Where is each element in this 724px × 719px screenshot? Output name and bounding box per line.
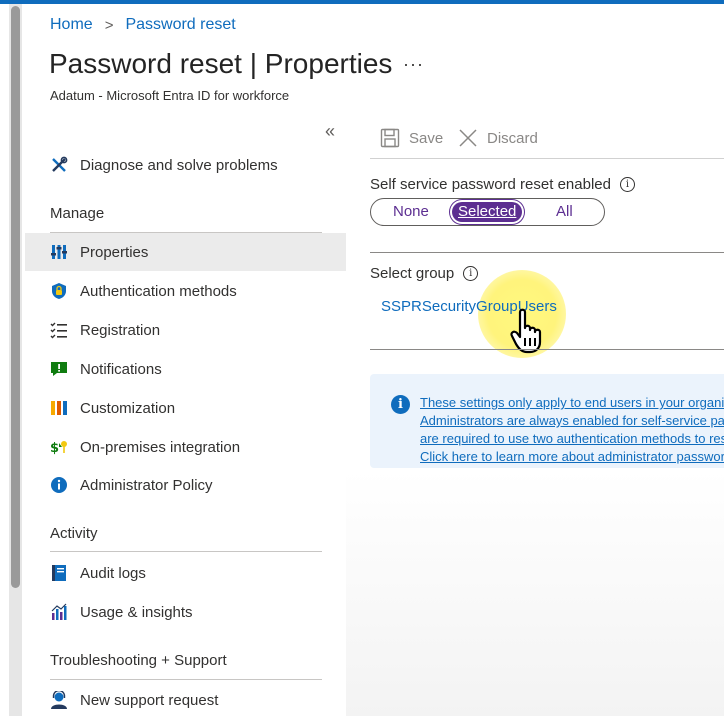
sspr-option-all[interactable]: All	[556, 199, 573, 225]
info-icon	[49, 475, 69, 495]
sspr-option-selected[interactable]: Selected	[452, 202, 523, 222]
save-label: Save	[409, 129, 444, 147]
sspr-enabled-label: Self service password reset enabled	[370, 176, 611, 193]
sspr-option-none[interactable]: None	[393, 199, 429, 225]
sspr-enabled-toggle[interactable]: None Selected All	[370, 198, 605, 226]
sidebar-item-label: Authentication methods	[80, 282, 237, 300]
toolbar-divider	[370, 158, 724, 159]
top-accent-bar	[0, 0, 724, 4]
sidebar-item-label: Properties	[80, 243, 149, 261]
section-activity-heading: Activity	[50, 525, 98, 542]
customization-icon	[49, 398, 69, 418]
sidebar-scrollbar-thumb[interactable]	[11, 6, 20, 588]
info-notice: i These settings only apply to end users…	[370, 374, 724, 468]
svg-text:$: $	[50, 441, 59, 456]
section-divider	[370, 349, 724, 350]
section-divider	[50, 679, 322, 680]
save-icon	[379, 127, 401, 149]
breadcrumb-home-link[interactable]: Home	[50, 16, 93, 34]
sidebar-item-usage-insights[interactable]: Usage & insights	[25, 593, 346, 631]
info-notice-link[interactable]: These settings only apply to end users i…	[420, 394, 724, 466]
section-manage-heading: Manage	[50, 205, 105, 222]
sidebar-item-properties[interactable]: Properties	[25, 233, 346, 271]
select-group-label: Select group	[370, 265, 455, 282]
sspr-enabled-label-row: Self service password reset enabled i	[370, 176, 635, 193]
more-options-button[interactable]: ···	[403, 54, 424, 75]
section-divider	[50, 551, 322, 552]
page-subtitle: Adatum - Microsoft Entra ID for workforc…	[50, 88, 290, 103]
properties-icon	[49, 242, 69, 262]
insights-icon	[49, 602, 69, 622]
audit-log-icon	[49, 563, 69, 583]
discard-button[interactable]: Discard	[457, 127, 538, 149]
sidebar-item-label: On-premises integration	[80, 438, 241, 456]
sidebar-item-notifications[interactable]: Notifications	[25, 350, 346, 388]
notification-icon	[49, 359, 69, 379]
sidebar-item-authentication-methods[interactable]: Authentication methods	[25, 272, 346, 310]
sidebar-item-label: Customization	[80, 399, 176, 417]
breadcrumb-separator: >	[104, 16, 114, 34]
checklist-icon	[49, 320, 69, 340]
sidebar-item-administrator-policy[interactable]: Administrator Policy	[25, 466, 346, 504]
sidebar-item-audit-logs[interactable]: Audit logs	[25, 554, 346, 592]
page-title: Password reset | Properties	[49, 48, 393, 79]
hand-pointer-cursor-icon	[510, 308, 550, 359]
shield-icon	[49, 281, 69, 301]
sidebar-item-registration[interactable]: Registration	[25, 311, 346, 349]
collapse-sidebar-button[interactable]: «	[325, 121, 335, 142]
sidebar-item-label: Usage & insights	[80, 603, 193, 621]
sidebar-item-customization[interactable]: Customization	[25, 389, 346, 427]
breadcrumb: Home > Password reset	[50, 16, 236, 34]
section-divider	[370, 252, 724, 253]
tools-icon	[49, 155, 69, 175]
sidebar-item-label: Diagnose and solve problems	[80, 156, 278, 174]
save-button[interactable]: Save	[379, 127, 443, 149]
close-icon	[457, 127, 479, 149]
sidebar-item-label: Administrator Policy	[80, 476, 213, 494]
sidebar-item-diagnose[interactable]: Diagnose and solve problems	[25, 146, 346, 184]
section-troubleshooting-heading: Troubleshooting + Support	[50, 652, 227, 669]
content-background	[346, 470, 724, 716]
sidebar-item-label: Audit logs	[80, 564, 146, 582]
sidebar-item-label: Registration	[80, 321, 161, 339]
select-group-label-row: Select group i	[370, 265, 479, 282]
info-tooltip-icon[interactable]: i	[619, 177, 635, 192]
discard-label: Discard	[487, 129, 538, 147]
info-tooltip-icon[interactable]: i	[463, 266, 479, 281]
info-icon: i	[391, 395, 410, 414]
on-premises-icon: $	[49, 437, 69, 457]
sidebar-item-label: Notifications	[80, 360, 162, 378]
support-person-icon	[49, 690, 69, 710]
sidebar-item-new-support-request[interactable]: New support request	[25, 681, 346, 719]
sidebar-item-on-premises-integration[interactable]: $ On-premises integration	[25, 428, 346, 466]
sidebar-item-label: New support request	[80, 691, 219, 709]
breadcrumb-password-reset-link[interactable]: Password reset	[125, 16, 235, 34]
